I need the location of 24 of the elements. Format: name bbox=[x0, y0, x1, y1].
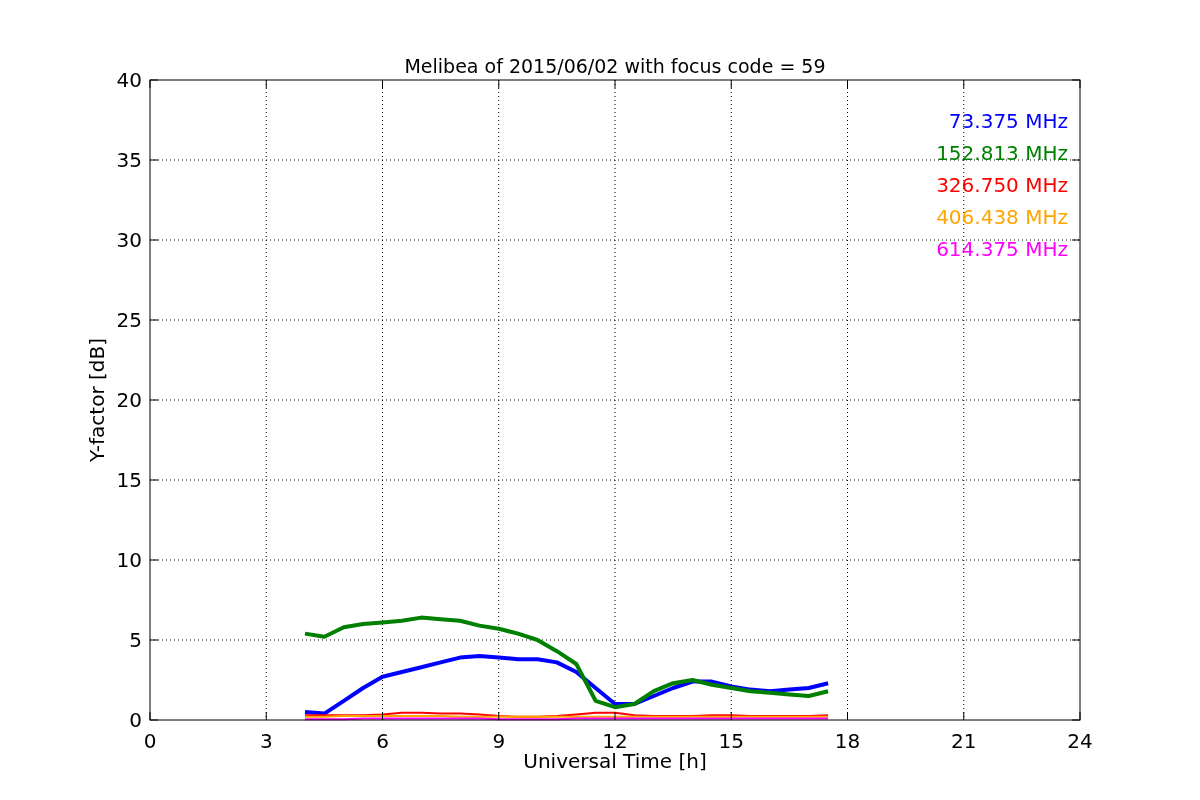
tick-label: 35 bbox=[116, 148, 142, 172]
tick-label: 5 bbox=[129, 628, 142, 652]
tick-label: 21 bbox=[951, 729, 977, 753]
axis-label: Y-factor [dB] bbox=[85, 338, 109, 462]
tick-label: 6 bbox=[376, 729, 389, 753]
tick-label: 9 bbox=[492, 729, 506, 753]
legend-text: 73.375 MHz bbox=[948, 109, 1068, 133]
tick-label: 18 bbox=[834, 729, 861, 753]
tick-label: 20 bbox=[116, 388, 142, 412]
tick-label: 15 bbox=[718, 729, 744, 753]
legend-text: 406.438 MHz bbox=[936, 205, 1068, 229]
tick-label: 3 bbox=[259, 729, 273, 753]
tick-label: 30 bbox=[116, 228, 142, 252]
tick-label: 25 bbox=[116, 308, 142, 332]
tick-label: 40 bbox=[116, 68, 142, 92]
tick-label: 0 bbox=[143, 729, 157, 753]
legend-text: 326.750 MHz bbox=[936, 173, 1068, 197]
tick-label: 0 bbox=[129, 708, 142, 732]
tick-label: 15 bbox=[116, 468, 142, 492]
legend-text: 152.813 MHz bbox=[936, 141, 1068, 165]
legend-text: 614.375 MHz bbox=[936, 237, 1068, 261]
tick-label: 24 bbox=[1067, 729, 1093, 753]
chart-title: Melibea of 2015/06/02 with focus code = 59 bbox=[404, 55, 826, 77]
tick-label: 10 bbox=[116, 548, 142, 572]
